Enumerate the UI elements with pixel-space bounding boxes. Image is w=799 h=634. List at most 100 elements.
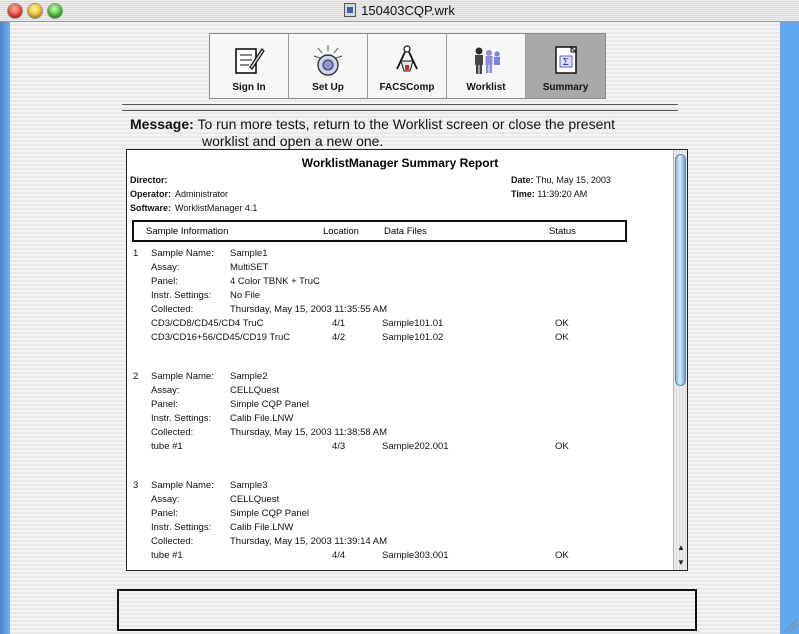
panel-value: Simple CQP Panel [230,508,310,519]
facscomp-button[interactable]: FACSComp [368,34,447,98]
assay-value: CELLQuest [230,494,280,505]
divider [122,110,678,111]
instr-settings-value: No File [230,290,261,301]
collected-label: Collected: [151,536,194,547]
panel-value: Simple CQP Panel [230,399,310,410]
document-icon [344,3,357,17]
worklist-label: Worklist [466,82,506,93]
sample-name-label: Sample Name: [151,371,214,382]
date-value: Thu, May 15, 2003 [535,175,611,185]
collected-value: Thursday, May 15, 2003 11:38:58 AM [230,427,388,438]
tube-name: tube #1 [151,441,183,452]
tube-location: 4/4 [332,550,346,561]
collected-label: Collected: [151,304,194,315]
tube-name: tube #1 [151,550,183,561]
worklist-button[interactable]: Worklist [447,34,526,98]
vertical-scrollbar[interactable]: ▲ ▼ [673,150,687,570]
report-content: WorklistManager Summary Report Director:… [127,150,673,570]
set-up-button[interactable]: Set Up [289,34,368,98]
sample-index: 2 [133,371,139,382]
tube-data-file: Sample303.001 [382,550,449,561]
tube-data-file: Sample202.001 [382,441,449,452]
tube-location: 4/1 [332,318,346,329]
sign-in-label: Sign In [232,82,266,93]
message-text-line1: To run more tests, return to the Worklis… [197,116,616,132]
scroll-down-arrow[interactable]: ▼ [674,555,687,570]
tube-status: OK [555,332,569,343]
tube-status: OK [555,441,569,452]
tube-location: 4/3 [332,441,346,452]
assay-label: Assay: [151,262,180,273]
instr-settings-value: Calib File.LNW [230,413,294,424]
time-row: Time: 11:39:20 AM [511,189,587,199]
facscomp-label: FACSComp [379,82,435,93]
svg-text:Σ: Σ [562,58,568,68]
column-header: Sample Information Location Data Files S… [132,220,627,242]
main-panel: Sign In Set Up FACSComp Worklist Σ Summa… [10,22,780,634]
column-status: Status [549,226,576,237]
sign-in-button[interactable]: Sign In [210,34,289,98]
operator-value: Administrator [175,189,229,199]
window-title: 150403CQP.wrk [0,3,799,18]
date-row: Date: Thu, May 15, 2003 [511,175,611,185]
panel-label: Panel: [151,508,178,519]
window-title-bar[interactable]: 150403CQP.wrk [0,0,799,22]
tube-status: OK [555,318,569,329]
status-message: Message: To run more tests, return to th… [130,116,685,150]
sample-name-label: Sample Name: [151,480,214,491]
tube-data-file: Sample101.01 [382,318,444,329]
scrollbar-thumb[interactable] [675,154,686,386]
collected-value: Thursday, May 15, 2003 11:39:14 AM [230,536,388,547]
setup-icon [313,45,343,76]
operator-row: Operator: Administrator [130,189,228,199]
tube-status: OK [555,550,569,561]
assay-value: MultiSET [230,262,269,273]
sample-name: Sample3 [230,480,268,491]
assay-label: Assay: [151,494,180,505]
column-location: Location [323,226,359,237]
summary-icon: Σ [554,45,577,74]
software-row: Software: WorklistManager 4.1 [130,203,257,213]
resize-grip-icon[interactable] [785,620,797,632]
summary-label: Summary [542,82,589,93]
tube-data-file: Sample101.02 [382,332,444,343]
sample-index: 3 [133,480,139,491]
collected-value: Thursday, May 15, 2003 11:35:55 AM [230,304,388,315]
toolbar: Sign In Set Up FACSComp Worklist Σ Summa… [209,33,606,99]
message-text-line2: worklist and open a new one. [202,133,384,149]
facscomp-icon [396,45,418,72]
sign-in-icon [235,48,265,74]
column-data-files: Data Files [384,226,427,237]
software-value: WorklistManager 4.1 [175,203,258,213]
panel-label: Panel: [151,276,178,287]
director-row: Director: [130,175,168,185]
set-up-label: Set Up [312,82,344,93]
window-title-text: 150403CQP.wrk [361,3,455,18]
divider [122,104,678,105]
column-sample-information: Sample Information [146,226,229,237]
tube-name: CD3/CD8/CD45/CD4 TruC [151,318,264,329]
director-label: Director: [130,175,168,185]
scroll-arrows: ▲ ▼ [674,540,687,570]
assay-label: Assay: [151,385,180,396]
software-label: Software: [130,203,172,213]
collected-label: Collected: [151,427,194,438]
tube-location: 4/2 [332,332,346,343]
sample-index: 1 [133,248,139,259]
sample-name-label: Sample Name: [151,248,214,259]
report-title: WorklistManager Summary Report [301,156,499,170]
panel-label: Panel: [151,399,178,410]
operator-label: Operator: [130,189,172,199]
desktop-edge [0,22,10,634]
instr-settings-label: Instr. Settings: [151,413,212,424]
summary-button[interactable]: Σ Summary [526,34,605,98]
worklist-icon [475,47,500,74]
summary-report-view[interactable]: WorklistManager Summary Report Director:… [126,149,688,571]
assay-value: CELLQuest [230,385,280,396]
sample-name: Sample2 [230,371,268,382]
message-label: Message: [130,116,194,132]
bottom-status-area [117,589,697,631]
sample-name: Sample1 [230,248,268,259]
time-label: Time: [511,189,535,199]
scroll-up-arrow[interactable]: ▲ [674,540,687,555]
